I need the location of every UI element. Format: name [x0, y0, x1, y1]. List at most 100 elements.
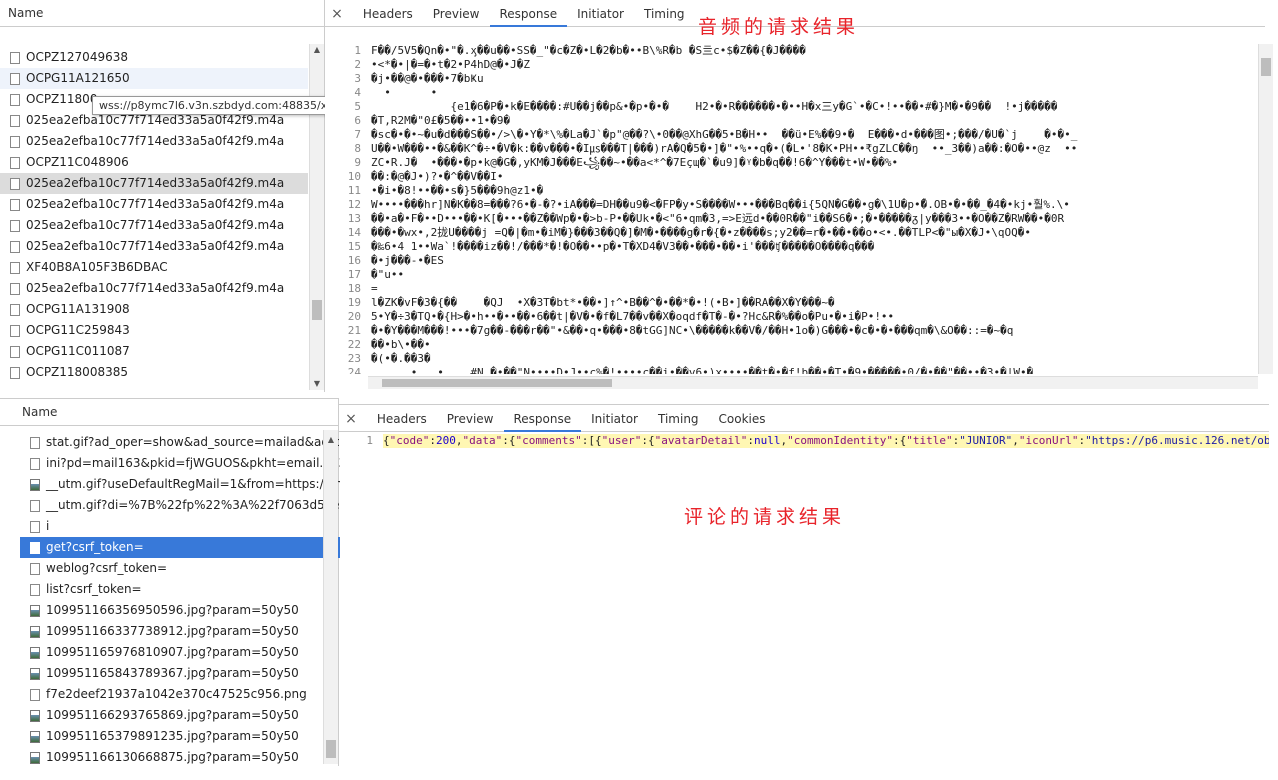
- json-token: "avatarDetail": [654, 434, 748, 447]
- scrollbar-thumb[interactable]: [1261, 58, 1271, 76]
- tab-initiator[interactable]: Initiator: [567, 0, 634, 26]
- request-row[interactable]: i: [20, 516, 340, 537]
- code-line: �j•��@�•���•7�bҜu: [371, 72, 484, 85]
- request-row[interactable]: __utm.gif?useDefaultRegMail=1&from=https…: [20, 474, 340, 495]
- scroll-up-arrow-icon[interactable]: ▲: [324, 434, 338, 446]
- request-row[interactable]: 109951165843789367.jpg?param=50y50: [20, 663, 340, 684]
- image-file-icon: [30, 709, 40, 722]
- request-list-scrollbar[interactable]: ▲: [323, 430, 338, 764]
- json-token: {: [383, 434, 390, 447]
- json-token: "comments": [515, 434, 582, 447]
- name-column-header[interactable]: Name: [0, 398, 338, 426]
- request-name: 109951166130668875.jpg?param=50y50: [46, 750, 299, 764]
- json-token: "data": [462, 434, 503, 447]
- request-row[interactable]: 025ea2efba10c77f714ed33a5a0f42f9.m4a: [0, 194, 308, 215]
- scroll-up-arrow-icon[interactable]: ▲: [310, 44, 324, 56]
- request-name: 109951166356950596.jpg?param=50y50: [46, 603, 299, 617]
- code-line: 5•Y�÷3�TQ•�{H>�•h••�••��•6��t|�V�•�f�L7�…: [371, 310, 895, 323]
- code-line: • • #N.�•��"N••••D•J••c%�!••••c��i•��v6•…: [371, 366, 1034, 374]
- close-icon[interactable]: ×: [339, 406, 363, 432]
- image-file-icon: [30, 625, 40, 638]
- request-row[interactable]: list?csrf_token=: [20, 579, 340, 600]
- request-row[interactable]: ini?pd=mail163&pkid=fjWGUOS&pkht=email.1…: [20, 453, 340, 474]
- json-token: "code": [389, 434, 430, 447]
- code-line: l�ZK�vF�3�{�� �QJ •X�3T�bt*•��•]↑^•B��^�…: [371, 296, 835, 309]
- request-row[interactable]: OCPG11A131908: [0, 299, 308, 320]
- request-row[interactable]: 109951165976810907.jpg?param=50y50: [20, 642, 340, 663]
- binary-response-text[interactable]: F��/5V5�Qn�•"�.ӽ��u��•SS�_"�c�Z�•L�2�b�•…: [371, 44, 1265, 374]
- request-row[interactable]: 025ea2efba10c77f714ed33a5a0f42f9.m4a: [0, 236, 308, 257]
- request-row[interactable]: OCPG11C011087: [0, 341, 308, 362]
- request-row[interactable]: stat.gif?ad_oper=show&ad_source=mailad&a…: [20, 432, 340, 453]
- document-file-icon: [10, 261, 20, 274]
- response-horizontal-scrollbar[interactable]: [368, 376, 1258, 389]
- close-icon[interactable]: ×: [325, 1, 349, 27]
- scroll-down-arrow-icon[interactable]: ▼: [310, 378, 324, 390]
- json-response-text[interactable]: {"code":200,"data":{"comments":[{"user":…: [383, 434, 1269, 448]
- request-row[interactable]: 025ea2efba10c77f714ed33a5a0f42f9.m4a: [0, 215, 308, 236]
- line-number: 20: [347, 310, 361, 323]
- tab-preview[interactable]: Preview: [437, 405, 504, 431]
- request-row[interactable]: __utm.gif?di=%7B%22fp%22%3A%22f7063d5aee…: [20, 495, 340, 516]
- document-file-icon: [10, 72, 20, 85]
- request-row[interactable]: 109951166356950596.jpg?param=50y50: [20, 600, 340, 621]
- json-token: 200: [436, 434, 456, 447]
- tab-initiator[interactable]: Initiator: [581, 405, 648, 431]
- scrollbar-thumb[interactable]: [326, 740, 336, 758]
- line-numbers: 1: [339, 434, 377, 448]
- line-number: 16: [347, 254, 361, 267]
- document-file-icon: [10, 177, 20, 190]
- request-row[interactable]: 109951166130668875.jpg?param=50y50: [20, 747, 340, 768]
- request-row[interactable]: 109951166293765869.jpg?param=50y50: [20, 705, 340, 726]
- tab-preview[interactable]: Preview: [423, 0, 490, 26]
- name-column-header[interactable]: Name: [0, 0, 324, 27]
- image-file-icon: [30, 667, 40, 680]
- request-row[interactable]: get?csrf_token=: [20, 537, 340, 558]
- json-token: :[{: [581, 434, 602, 447]
- request-row[interactable]: f7e2deef21937a1042e370c47525c956.png: [20, 684, 340, 705]
- request-name: 025ea2efba10c77f714ed33a5a0f42f9.m4a: [26, 239, 285, 253]
- request-name: 025ea2efba10c77f714ed33a5a0f42f9.m4a: [26, 134, 285, 148]
- line-number: 9: [354, 156, 361, 169]
- line-number: 15: [347, 240, 361, 253]
- request-row[interactable]: 025ea2efba10c77f714ed33a5a0f42f9.m4a: [0, 131, 308, 152]
- document-file-icon: [30, 688, 40, 701]
- tab-response[interactable]: Response: [489, 0, 568, 27]
- request-row[interactable]: OCPG11C259843: [0, 320, 308, 341]
- document-file-icon: [10, 240, 20, 253]
- request-row[interactable]: OCPG11A121650: [0, 68, 308, 89]
- request-row[interactable]: OCPZ127049638: [0, 47, 308, 68]
- request-row[interactable]: 109951165379891235.jpg?param=50y50: [20, 726, 340, 747]
- tab-response[interactable]: Response: [503, 405, 582, 432]
- request-row[interactable]: OCPZ11C048906: [0, 152, 308, 173]
- scrollbar-thumb[interactable]: [312, 300, 322, 320]
- tab-cookies[interactable]: Cookies: [709, 405, 776, 431]
- code-line: ��•b\•��•: [371, 338, 431, 351]
- line-number: 24: [347, 366, 361, 374]
- request-row[interactable]: 025ea2efba10c77f714ed33a5a0f42f9.m4a: [0, 173, 308, 194]
- request-name: weblog?csrf_token=: [46, 561, 168, 575]
- request-row[interactable]: OCPZ118008385: [0, 362, 308, 383]
- tab-headers[interactable]: Headers: [353, 0, 423, 26]
- code-line: ��:�@�J•)?•�^��V��I•: [371, 170, 504, 183]
- tab-headers[interactable]: Headers: [367, 405, 437, 431]
- request-name: OCPG11A131908: [26, 302, 130, 316]
- document-file-icon: [10, 219, 20, 232]
- response-vertical-scrollbar[interactable]: [1258, 44, 1273, 374]
- json-token: "iconUrl": [1018, 434, 1079, 447]
- code-line: �sc�•�•~�u�d���S��•/>\�•Y�*\%�La�J`�p"@�…: [371, 128, 1078, 141]
- document-file-icon: [10, 366, 20, 379]
- tab-timing[interactable]: Timing: [648, 405, 709, 431]
- request-row[interactable]: 109951166337738912.jpg?param=50y50: [20, 621, 340, 642]
- line-numbers: 1 2 3 4 5 6 7 8 9 10 11 12 13 14 15 16 17 18 19 20 21 22 23 24: [325, 44, 365, 374]
- scrollbar-thumb[interactable]: [382, 379, 612, 387]
- audio-devtools-panel: Name OCPZ127049638 OCPG11A121650 OCPZ11800…: [0, 0, 1278, 392]
- code-line: {e1�6�P�•k�E����:#U��j��p&•�p•�•� H2•�•R…: [371, 100, 1058, 113]
- request-row[interactable]: weblog?csrf_token=: [20, 558, 340, 579]
- request-list-pane: Name stat.gif?ad_oper=show&ad_source=mai…: [0, 398, 340, 768]
- json-token: ,: [1012, 434, 1019, 447]
- tab-timing[interactable]: Timing: [634, 0, 695, 26]
- request-row[interactable]: 025ea2efba10c77f714ed33a5a0f42f9.m4a: [0, 278, 308, 299]
- code-line: �(•�.��3�: [371, 352, 431, 365]
- request-row[interactable]: XF40B8A105F3B6DBAC: [0, 257, 308, 278]
